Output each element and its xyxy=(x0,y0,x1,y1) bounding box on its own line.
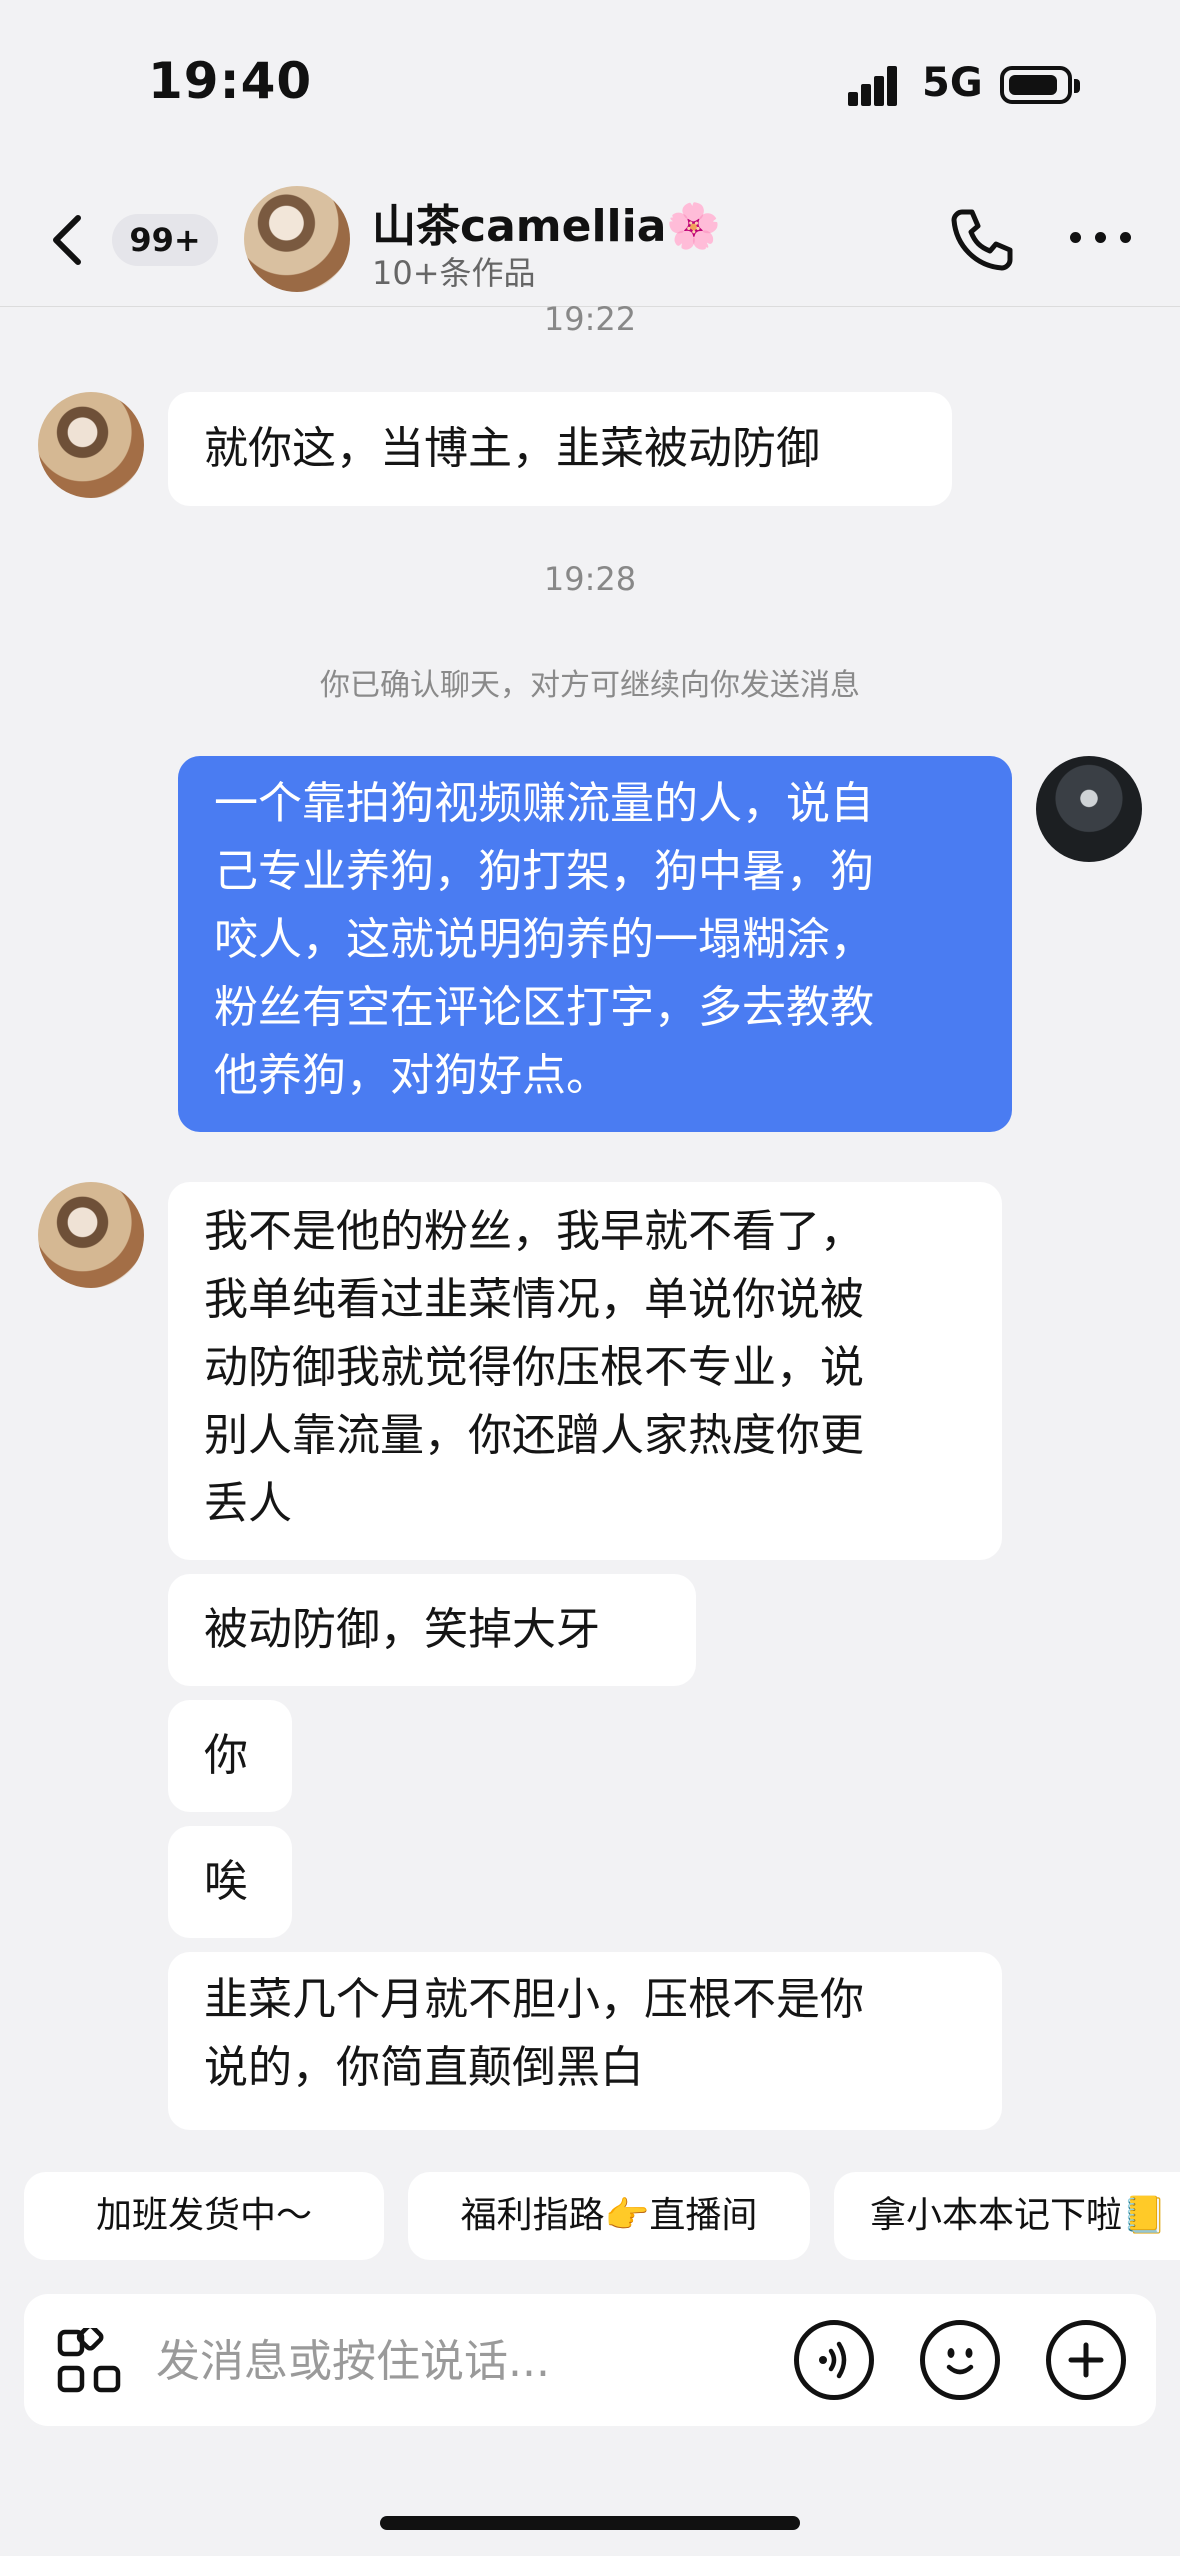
status-time: 19:40 xyxy=(148,52,313,110)
incoming-message[interactable]: 被动防御，笑掉大牙 xyxy=(168,1574,696,1686)
message-input-bar xyxy=(24,2294,1156,2426)
incoming-message[interactable]: 韭菜几个月就不胆小，压根不是你 说的，你简直颠倒黑白 xyxy=(168,1952,1002,2130)
message-line: 别人靠流量，你还蹭人家热度你更 xyxy=(204,1410,864,1461)
message-line: 说的，你简直颠倒黑白 xyxy=(204,2042,644,2093)
voice-icon[interactable] xyxy=(794,2320,874,2400)
timestamp: 19:22 xyxy=(543,300,637,338)
plus-icon[interactable] xyxy=(1046,2320,1126,2400)
system-notice: 你已确认聊天，对方可继续向你发送消息 xyxy=(320,668,860,703)
message-line: 一个靠拍狗视频赚流量的人，说自 xyxy=(214,778,874,829)
contact-avatar[interactable] xyxy=(244,186,350,292)
message-line: 己专业养狗，狗打架，狗中暑，狗 xyxy=(214,846,874,897)
message-line: 丢人 xyxy=(204,1478,292,1529)
incoming-message[interactable]: 我不是他的粉丝，我早就不看了， 我单纯看过韭菜情况，单说你说被 动防御我就觉得你… xyxy=(168,1182,1002,1560)
message-line: 他养狗，对狗好点。 xyxy=(214,1050,610,1101)
home-indicator xyxy=(380,2516,800,2530)
network-label: 5G xyxy=(922,60,983,106)
contact-name[interactable]: 山茶camellia🌸 xyxy=(372,190,721,254)
incoming-message[interactable]: 就你这，当博主，韭菜被动防御 xyxy=(168,392,952,506)
message-line: 韭菜几个月就不胆小，压根不是你 xyxy=(204,1974,864,2025)
battery-icon xyxy=(1000,66,1080,104)
chevron-left-icon[interactable] xyxy=(40,210,100,270)
message-line: 我单纯看过韭菜情况，单说你说被 xyxy=(204,1274,864,1325)
emoji-icon[interactable] xyxy=(920,2320,1000,2400)
quick-reply-chip[interactable]: 福利指路👉直播间 xyxy=(408,2172,810,2260)
apps-grid-icon[interactable] xyxy=(56,2328,122,2394)
message-line: 咬人，这就说明狗养的一塌糊涂， xyxy=(214,914,874,965)
message-line: 动防御我就觉得你压根不专业，说 xyxy=(204,1342,864,1393)
message-input[interactable] xyxy=(154,2318,798,2404)
contact-message-avatar[interactable] xyxy=(38,1182,144,1288)
incoming-message[interactable]: 你 xyxy=(168,1700,292,1812)
message-line: 粉丝有空在评论区打字，多去教教 xyxy=(214,982,874,1033)
incoming-message[interactable]: 唉 xyxy=(168,1826,292,1938)
contact-message-avatar[interactable] xyxy=(38,392,144,498)
outgoing-message[interactable]: 一个靠拍狗视频赚流量的人，说自 己专业养狗，狗打架，狗中暑，狗 咬人，这就说明狗… xyxy=(178,756,1012,1132)
phone-icon[interactable] xyxy=(946,204,1016,274)
contact-subtitle[interactable]: 10+条作品 xyxy=(372,248,536,294)
more-icon[interactable] xyxy=(1070,230,1132,246)
signal-icon xyxy=(848,66,910,106)
message-line: 我不是他的粉丝，我早就不看了， xyxy=(204,1206,864,1257)
chat-header: 99+ 山茶camellia🌸 10+条作品 xyxy=(0,170,1180,308)
quick-reply-chip[interactable]: 拿小本本记下啦📒 xyxy=(834,2172,1180,2260)
timestamp: 19:28 xyxy=(543,560,637,598)
my-avatar[interactable] xyxy=(1036,756,1142,862)
quick-reply-chip[interactable]: 加班发货中～ xyxy=(24,2172,384,2260)
unread-badge[interactable]: 99+ xyxy=(112,214,218,266)
